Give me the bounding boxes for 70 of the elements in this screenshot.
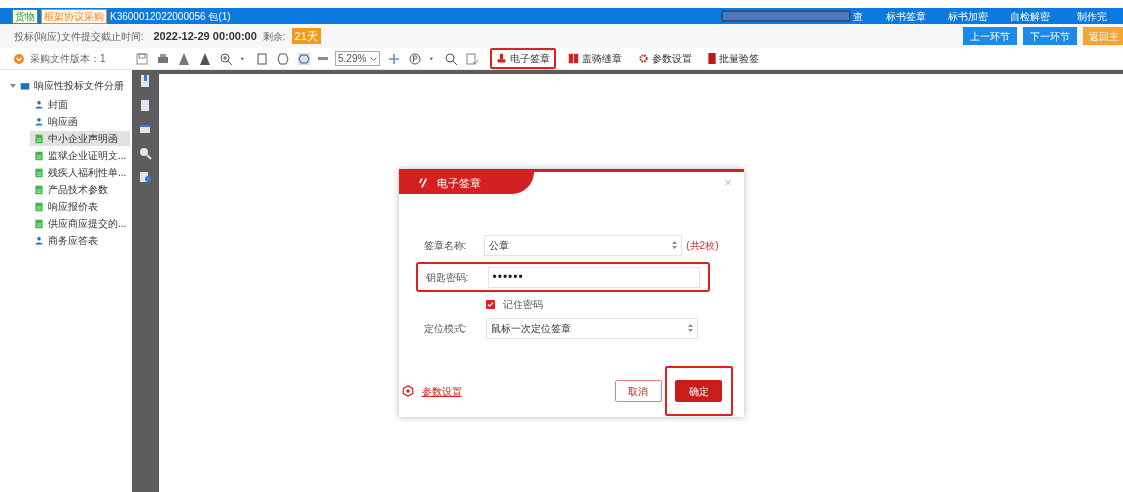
field-label: 钥匙密码: xyxy=(425,270,470,285)
field-label: 签章名称: xyxy=(423,238,468,253)
tree-item[interactable]: 响应报价表 xyxy=(30,199,130,214)
zoom-out-icon xyxy=(318,57,328,60)
step-button[interactable]: 上一环节 xyxy=(963,27,1017,45)
settings-link[interactable]: 参数设置 xyxy=(421,383,462,399)
tree-item[interactable]: 监狱企业证明文... xyxy=(30,148,130,163)
stamp-icon xyxy=(496,53,508,64)
hexagon-icon xyxy=(401,385,414,397)
project-number: K3600012022000056 包(1) xyxy=(110,9,231,24)
tree-item[interactable]: 中小企业声明函 xyxy=(30,131,130,146)
cancel-button[interactable]: 取消 xyxy=(614,380,662,402)
sort-arrows-icon xyxy=(687,324,693,332)
print-icon xyxy=(156,51,170,66)
seal-name-select[interactable]: 公章 xyxy=(483,234,683,256)
remaining-label: 剩余: xyxy=(262,29,286,44)
actual-size-icon xyxy=(297,51,311,66)
tree-item[interactable]: 产品技术参数 xyxy=(30,182,130,197)
position-mode-select[interactable]: 鼠标一次定位签章 xyxy=(485,317,698,339)
confirm-button[interactable]: 确定 xyxy=(675,380,722,402)
gear-icon xyxy=(638,53,650,64)
fit-width-icon xyxy=(276,51,290,66)
remember-checkbox[interactable] xyxy=(485,299,495,309)
prism-icon xyxy=(177,51,191,66)
seal-count: (共2枚) xyxy=(686,238,719,253)
field-label: 定位模式: xyxy=(423,321,468,336)
dialog-title: 电子签章 xyxy=(436,175,481,191)
deadline-label: 投标(响应)文件提交截止时间: xyxy=(14,29,144,44)
signature-icon xyxy=(137,170,152,184)
prism-icon xyxy=(198,51,212,66)
tree-folder-label[interactable]: 响应性投标文件分册 xyxy=(34,78,124,93)
document-check-icon xyxy=(465,51,480,66)
menu-item[interactable]: 自检解密 xyxy=(999,8,1061,24)
remember-label: 记住密码 xyxy=(502,297,543,312)
search-icon xyxy=(444,51,459,66)
layers-icon xyxy=(137,122,152,136)
toolbar-action-button[interactable]: 参数设置 xyxy=(634,48,697,69)
slash-icon xyxy=(418,178,427,188)
plus-icon xyxy=(387,51,402,66)
tree-item[interactable]: 响应函 xyxy=(30,114,130,129)
file-version-label: 采购文件版本：1 xyxy=(30,52,106,66)
menu-item[interactable]: 标书加密 xyxy=(937,8,999,24)
tree-item[interactable]: 供应商应提交的... xyxy=(30,216,130,231)
tree-item[interactable]: 封面 xyxy=(30,97,130,112)
password-field[interactable]: •••••• xyxy=(487,266,700,288)
chevron-circle-icon xyxy=(12,51,26,66)
toolbar-action-button[interactable]: 电子签章 xyxy=(490,48,557,69)
remaining-days-badge: 21天 xyxy=(291,27,321,45)
step-button[interactable]: 下一环节 xyxy=(1023,27,1077,45)
fit-page-icon xyxy=(255,51,269,66)
chevron-down-icon xyxy=(370,56,378,61)
toolbar-action-button[interactable]: 批量验签 xyxy=(704,48,764,69)
menu-item[interactable]: 查 xyxy=(853,8,875,24)
category-tag: 框架协议采购 xyxy=(41,8,107,24)
toolbar-action-button[interactable]: 盖骑缝章 xyxy=(564,48,627,69)
deadline-value: 2022-12-29 00:00:00 xyxy=(153,28,257,44)
tree-item[interactable]: 残疾人福利性单... xyxy=(30,165,130,180)
category-tag: 货物 xyxy=(12,8,38,24)
menu-item[interactable]: 制作完 xyxy=(1061,8,1123,24)
tree-item[interactable]: 商务应答表 xyxy=(30,233,130,248)
zoom-select[interactable]: 5.29% xyxy=(335,51,381,66)
zoom-in-icon xyxy=(219,51,233,66)
seal-icon xyxy=(568,53,580,64)
book-icon xyxy=(708,53,717,64)
sort-arrows-icon xyxy=(672,241,678,249)
stamp-p-icon xyxy=(408,51,423,66)
save-icon xyxy=(135,51,149,66)
search-icon xyxy=(137,146,152,160)
expand-caret-icon[interactable] xyxy=(10,82,16,89)
menu-item[interactable]: 标书签章 xyxy=(875,8,937,24)
